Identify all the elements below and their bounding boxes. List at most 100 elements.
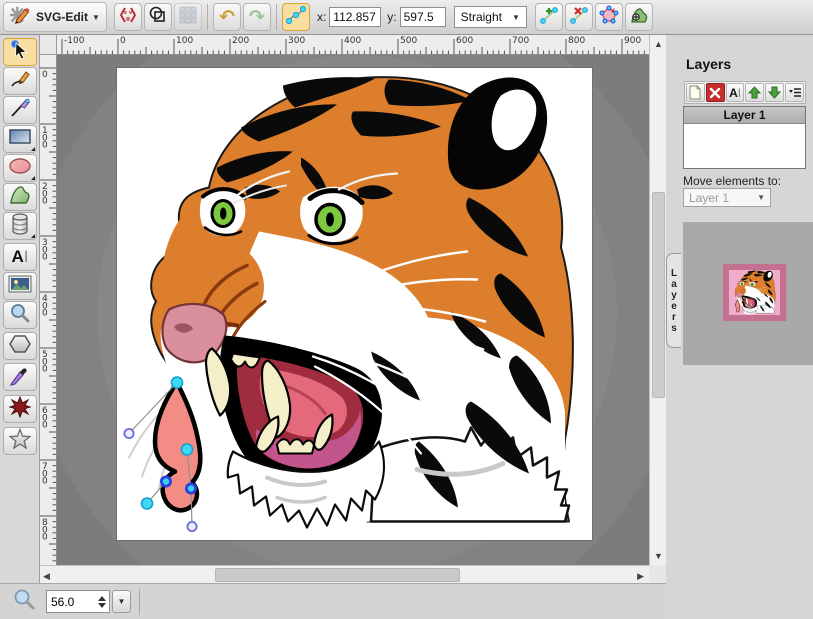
svg-text:100: 100 — [176, 36, 193, 46]
path-node-point[interactable] — [142, 498, 153, 509]
scroll-down-icon[interactable]: ▼ — [654, 550, 663, 562]
tool-starburst[interactable] — [3, 395, 37, 423]
toolbar-separator — [207, 4, 208, 30]
tool-eyedropper[interactable] — [3, 363, 37, 391]
pencil-logo-icon — [10, 4, 32, 31]
scroll-left-icon[interactable]: ◀ — [43, 570, 50, 582]
open-close-path-button[interactable] — [595, 3, 623, 31]
undo-button[interactable]: ↶ — [213, 3, 241, 31]
path-node-point[interactable] — [172, 377, 183, 388]
toolbar-separator — [276, 4, 277, 30]
zoom-spinner[interactable] — [95, 591, 109, 612]
flyout-arrow-icon — [31, 147, 35, 151]
tool-star[interactable] — [3, 427, 37, 455]
path-node-selected[interactable] — [186, 484, 195, 493]
scrollbar-corner — [649, 565, 666, 583]
svg-text:300: 300 — [288, 36, 305, 46]
x-coordinate-label: x: — [317, 10, 326, 24]
delete-node-icon — [569, 5, 589, 30]
cylinder-icon — [10, 213, 30, 240]
vertical-scrollbar[interactable]: ▲ ▼ — [649, 35, 666, 565]
layer-thumbnail-frame — [723, 264, 786, 321]
document-properties-button[interactable] — [144, 3, 172, 31]
horizontal-scroll-thumb[interactable] — [215, 568, 460, 582]
svg-text:0: 0 — [120, 36, 126, 46]
tool-path[interactable] — [3, 183, 37, 211]
tool-line[interactable] — [3, 96, 37, 124]
y-coordinate-input[interactable] — [400, 7, 446, 27]
path-node-control[interactable] — [187, 522, 196, 531]
delete-layer-button[interactable] — [706, 83, 725, 102]
chevron-down-icon: ▼ — [757, 193, 765, 202]
document-properties-icon — [148, 5, 168, 30]
undo-icon: ↶ — [219, 8, 235, 27]
zoom-level-input[interactable] — [47, 593, 95, 611]
tool-ellipse[interactable] — [3, 154, 37, 182]
layers-panel-handle[interactable]: Layers — [666, 253, 681, 348]
add-subpath-button[interactable] — [625, 3, 653, 31]
delete-x-icon — [709, 87, 721, 99]
star-icon — [9, 428, 31, 455]
spin-up-icon[interactable] — [98, 596, 106, 601]
workspace[interactable] — [57, 55, 649, 565]
add-node-icon — [539, 5, 559, 30]
path-node-control[interactable] — [124, 429, 133, 438]
tool-text[interactable]: AI — [3, 243, 37, 271]
tool-pencil[interactable] — [3, 67, 37, 95]
line-icon — [9, 97, 31, 124]
zoom-magnifier-icon — [12, 587, 36, 616]
move-layer-down-button[interactable] — [765, 83, 784, 102]
tool-select[interactable] — [3, 38, 37, 66]
scroll-up-icon[interactable]: ▲ — [654, 38, 663, 50]
move-elements-value: Layer 1 — [689, 191, 729, 205]
svg-text:300: 300 — [42, 238, 48, 263]
tool-zoom[interactable] — [3, 301, 37, 329]
svg-text:400: 400 — [344, 36, 361, 46]
svg-text:600: 600 — [456, 36, 473, 46]
svg-text:g: g — [126, 16, 130, 22]
tool-image[interactable] — [3, 272, 37, 300]
layer-menu-button[interactable] — [785, 83, 804, 102]
x-coordinate-input[interactable] — [329, 7, 381, 27]
move-layer-up-button[interactable] — [745, 83, 764, 102]
redo-button[interactable]: ↷ — [243, 3, 271, 31]
layer-thumbnail — [729, 270, 780, 315]
path-node-point[interactable] — [182, 444, 193, 455]
svg-text:400: 400 — [42, 294, 48, 319]
move-elements-select[interactable]: Layer 1 ▼ — [683, 188, 771, 207]
zoom-presets-button[interactable]: ▼ — [112, 590, 131, 613]
menu-icon — [788, 87, 802, 99]
path-node-selected[interactable] — [161, 477, 170, 486]
add-node-button[interactable] — [535, 3, 563, 31]
horizontal-scrollbar[interactable]: ◀ ▶ — [40, 565, 649, 583]
tool-rectangle[interactable] — [3, 125, 37, 153]
layers-tab-letter: L — [671, 268, 677, 279]
svg-text:800: 800 — [568, 36, 585, 46]
scroll-right-icon[interactable]: ▶ — [637, 570, 644, 582]
layers-panel: Layers Layers AI — [666, 35, 813, 619]
layer-list-item[interactable]: Layer 1 — [684, 107, 805, 124]
source-code-button[interactable]: s v g — [114, 3, 142, 31]
svg-text:100: 100 — [42, 126, 48, 151]
vertical-scroll-thumb[interactable] — [652, 192, 665, 398]
tool-shape-library[interactable] — [3, 212, 37, 240]
layer-buttons-row: AI — [684, 81, 806, 104]
grid-button[interactable] — [174, 3, 202, 31]
segment-type-select[interactable]: Straight ▼ — [454, 6, 527, 28]
svg-text:500: 500 — [42, 350, 48, 375]
delete-node-button[interactable] — [565, 3, 593, 31]
starburst-icon — [9, 396, 31, 423]
tool-polygon[interactable] — [3, 332, 37, 360]
add-subpath-icon — [629, 5, 649, 30]
svg-canvas[interactable] — [117, 68, 592, 540]
app-title: SVG-Edit — [36, 10, 88, 24]
link-control-points-button[interactable] — [282, 3, 310, 31]
layer-list[interactable]: Layer 1 — [683, 106, 806, 169]
rename-icon: AI — [729, 86, 741, 100]
main-menu-button[interactable]: SVG-Edit ▼ — [3, 2, 107, 32]
svg-text:900: 900 — [624, 36, 641, 46]
rename-layer-button[interactable]: AI — [726, 83, 745, 102]
eyedropper-icon — [9, 364, 31, 391]
spin-down-icon[interactable] — [98, 603, 106, 608]
new-layer-button[interactable] — [686, 83, 705, 102]
